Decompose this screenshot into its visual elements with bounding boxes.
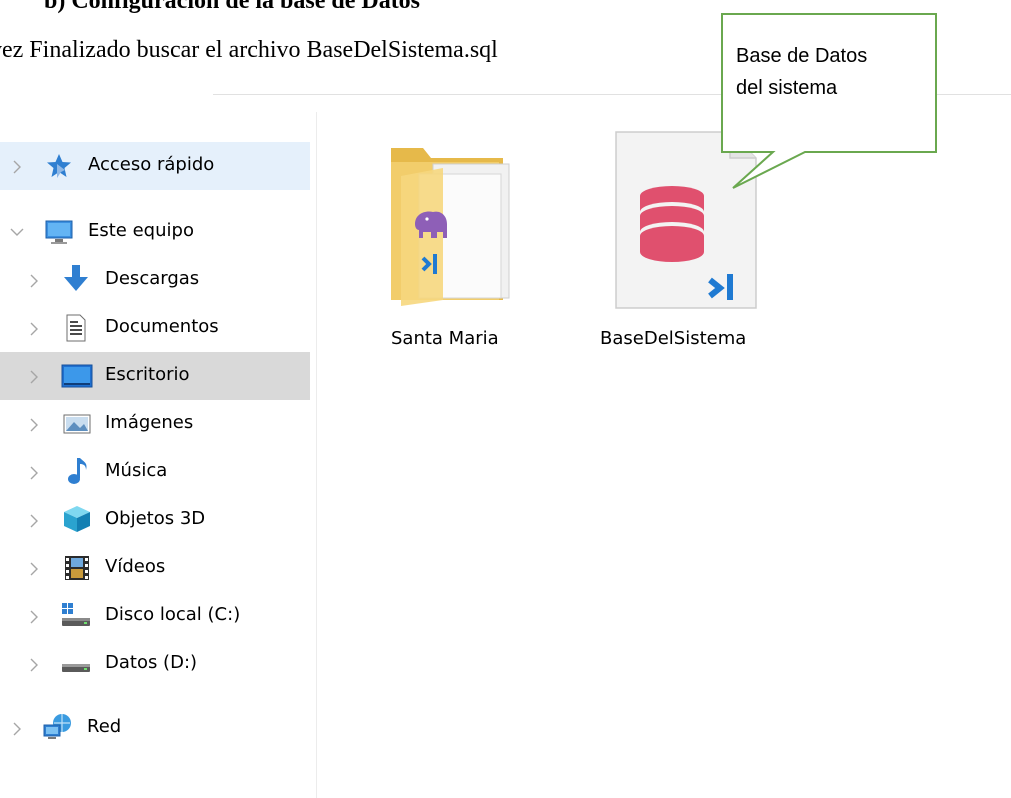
file-name: BaseDelSistema <box>600 328 747 349</box>
sidebar-item-desktop[interactable]: Escritorio <box>0 352 310 400</box>
computer-icon <box>44 218 73 246</box>
chevron-right-icon[interactable] <box>12 722 22 736</box>
sidebar-item-label: Acceso rápido <box>88 154 215 175</box>
callout-line-1: Base de Datos <box>736 45 868 67</box>
drive-icon <box>60 648 90 676</box>
chevron-right-icon[interactable] <box>29 658 39 672</box>
chevron-right-icon[interactable] <box>29 610 39 624</box>
star-pin-icon <box>45 152 73 180</box>
database-file-icon <box>614 130 759 315</box>
sidebar-item-videos[interactable]: Vídeos <box>0 544 310 592</box>
film-icon <box>64 554 92 582</box>
chevron-right-icon[interactable] <box>29 274 39 288</box>
document-heading: b) Configuración de la base de Datos <box>0 0 1011 18</box>
sidebar-item-label: Documentos <box>105 316 219 337</box>
sidebar-item-label: Imágenes <box>105 412 194 433</box>
sidebar-item-data-d[interactable]: Datos (D:) <box>0 640 310 688</box>
chevron-right-icon[interactable] <box>29 562 39 576</box>
sidebar-item-quick-access[interactable]: Acceso rápido <box>0 142 310 190</box>
sidebar-item-label: Datos (D:) <box>105 652 198 673</box>
chevron-right-icon[interactable] <box>29 370 39 384</box>
chevron-right-icon[interactable] <box>29 466 39 480</box>
sidebar-item-label: Descargas <box>105 268 200 289</box>
file-item-santa-maria[interactable]: Santa Maria <box>370 140 540 355</box>
file-item-basedelsistema[interactable]: BaseDelSistema <box>600 130 780 355</box>
callout-text: Base de Datos del sistema <box>736 40 926 104</box>
chevron-right-icon[interactable] <box>29 514 39 528</box>
pictures-icon <box>62 410 91 438</box>
chevron-right-icon[interactable] <box>12 160 22 174</box>
sidebar-item-3d-objects[interactable]: Objetos 3D <box>0 496 310 544</box>
chevron-right-icon[interactable] <box>29 322 39 336</box>
navigation-pane: Acceso rápido Este equipo Descargas Docu… <box>0 94 316 798</box>
download-arrow-icon <box>62 264 90 292</box>
callout-line-2: del sistema <box>736 77 838 99</box>
sidebar-item-label: Escritorio <box>105 364 190 385</box>
sidebar-item-network[interactable]: Red <box>0 704 310 752</box>
desktop-icon <box>61 362 93 390</box>
sidebar-item-local-disk-c[interactable]: Disco local (C:) <box>0 592 310 640</box>
sidebar-item-this-pc[interactable]: Este equipo <box>0 208 310 256</box>
document-instruction: vez Finalizado buscar el archivo BaseDel… <box>0 37 498 63</box>
folder-icon <box>383 140 513 313</box>
sidebar-item-label: Este equipo <box>88 220 194 241</box>
file-name: Santa Maria <box>391 328 499 349</box>
sidebar-item-music[interactable]: Música <box>0 448 310 496</box>
document-icon <box>64 314 92 342</box>
chevron-down-icon[interactable] <box>10 226 24 240</box>
cube-3d-icon <box>62 504 90 532</box>
system-drive-icon <box>60 600 90 628</box>
network-icon <box>42 712 71 740</box>
navigation-pane-divider <box>316 112 317 798</box>
sidebar-item-documents[interactable]: Documentos <box>0 304 310 352</box>
document-heading-text: b) Configuración de la base de Datos <box>44 0 421 14</box>
sidebar-item-label: Red <box>87 716 122 737</box>
sidebar-item-label: Música <box>105 460 168 481</box>
music-note-icon <box>66 456 94 484</box>
sidebar-item-label: Objetos 3D <box>105 508 206 529</box>
chevron-right-icon[interactable] <box>29 418 39 432</box>
sidebar-item-downloads[interactable]: Descargas <box>0 256 310 304</box>
sidebar-item-label: Disco local (C:) <box>105 604 241 625</box>
sidebar-item-pictures[interactable]: Imágenes <box>0 400 310 448</box>
sidebar-item-label: Vídeos <box>105 556 166 577</box>
